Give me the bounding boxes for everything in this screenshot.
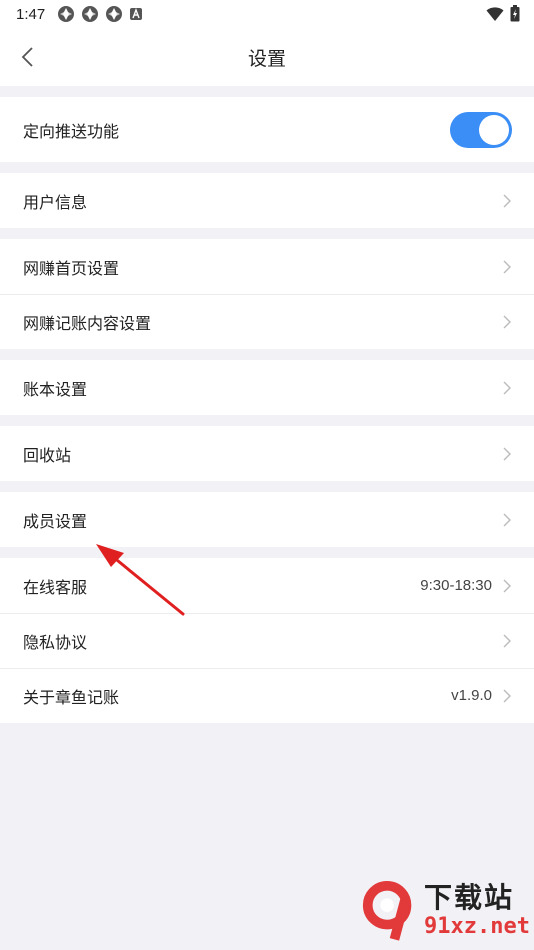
- chevron-right-icon: [503, 634, 511, 647]
- chevron-right-icon: [503, 260, 511, 273]
- settings-group-wangzhuan: 网赚首页设置 网赚记账内容设置: [0, 239, 534, 349]
- privacy-label: 隐私协议: [23, 634, 88, 652]
- settings-group-account: 账本设置: [0, 360, 534, 415]
- recycle-bin-label: 回收站: [23, 447, 72, 465]
- page-title: 设置: [247, 48, 286, 70]
- settings-group-recycle: 回收站: [0, 426, 534, 481]
- chevron-right-icon: [503, 689, 511, 702]
- status-time: 1:47: [16, 5, 46, 23]
- privacy-row[interactable]: 隐私协议: [0, 613, 534, 668]
- title-bar: 设置: [0, 28, 534, 86]
- settings-group-members: 成员设置: [0, 492, 534, 547]
- content-settings-label: 网赚记账内容设置: [23, 315, 152, 333]
- chevron-right-icon: [503, 579, 511, 592]
- home-settings-row[interactable]: 网赚首页设置: [0, 239, 534, 294]
- user-info-row[interactable]: 用户信息: [0, 173, 534, 228]
- online-service-row[interactable]: 在线客服 9:30-18:30: [0, 558, 534, 613]
- user-info-label: 用户信息: [23, 194, 88, 212]
- status-right-icons: [486, 5, 520, 22]
- app-notification-icon: [106, 6, 123, 22]
- home-settings-label: 网赚首页设置: [23, 260, 120, 278]
- chevron-right-icon: [503, 381, 511, 394]
- app-notification-icon: [58, 6, 75, 22]
- app-notification-icon: [82, 6, 99, 22]
- push-toggle[interactable]: [450, 111, 512, 148]
- notification-icons: [57, 5, 143, 23]
- chevron-right-icon: [503, 315, 511, 328]
- app-version: v1.9.0: [451, 687, 492, 704]
- toggle-knob: [479, 114, 509, 145]
- settings-group-user: 用户信息: [0, 173, 534, 228]
- about-label: 关于章鱼记账: [23, 689, 120, 707]
- members-row[interactable]: 成员设置: [0, 492, 534, 547]
- chevron-left-icon[interactable]: [18, 45, 40, 69]
- wifi-icon: [486, 6, 504, 21]
- watermark-domain: 91xz.net: [424, 914, 530, 939]
- online-service-hours: 9:30-18:30: [420, 577, 492, 594]
- chevron-right-icon: [503, 447, 511, 460]
- status-bar: 1:47: [0, 0, 534, 28]
- settings-group-push: 定向推送功能: [0, 97, 534, 162]
- recycle-bin-row[interactable]: 回收站: [0, 426, 534, 481]
- chevron-right-icon: [503, 513, 511, 526]
- push-setting-row: 定向推送功能: [0, 97, 534, 162]
- chevron-right-icon: [503, 194, 511, 207]
- online-service-label: 在线客服: [23, 579, 88, 597]
- watermark-title: 下载站: [424, 882, 515, 913]
- a-badge-icon: [130, 8, 143, 20]
- about-row[interactable]: 关于章鱼记账 v1.9.0: [0, 668, 534, 723]
- account-book-row[interactable]: 账本设置: [0, 360, 534, 415]
- settings-group-misc: 在线客服 9:30-18:30 隐私协议 关于章鱼记账 v1.9.0: [0, 558, 534, 723]
- account-book-label: 账本设置: [23, 381, 88, 399]
- watermark: 下载站 91xz.net: [360, 876, 530, 946]
- watermark-logo-icon: [362, 880, 412, 941]
- content-settings-row[interactable]: 网赚记账内容设置: [0, 294, 534, 349]
- members-label: 成员设置: [23, 513, 88, 531]
- battery-icon: [510, 5, 520, 22]
- push-setting-label: 定向推送功能: [23, 123, 120, 141]
